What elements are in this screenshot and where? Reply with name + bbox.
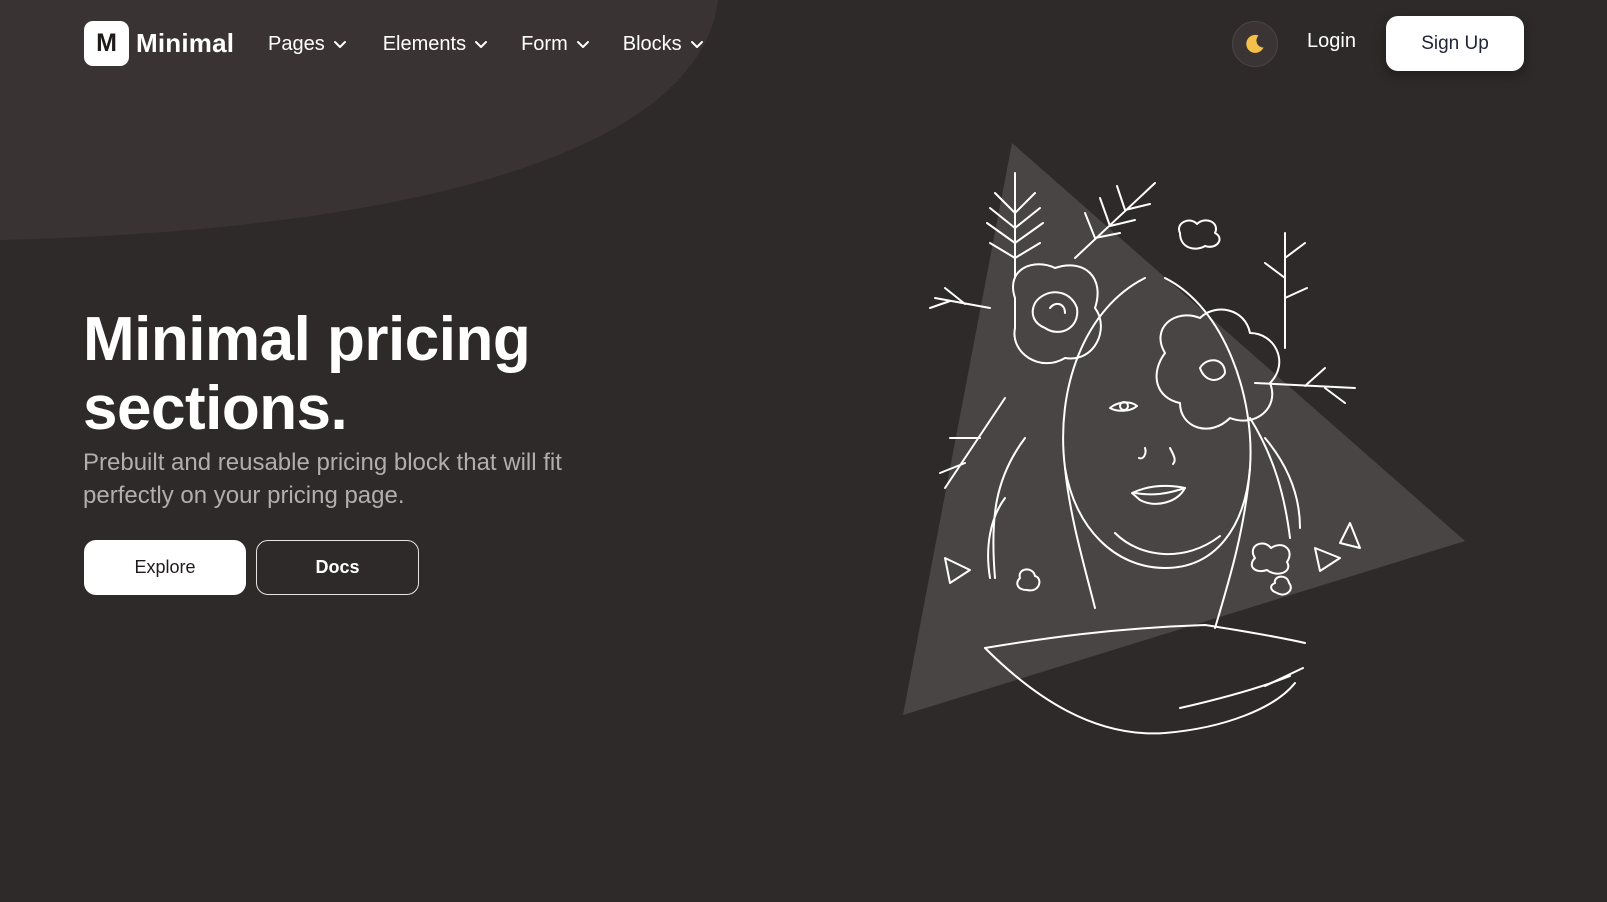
hero-title-line2: sections. xyxy=(83,374,348,443)
illustration-triangle xyxy=(903,143,1465,715)
chevron-down-icon xyxy=(333,41,346,48)
menu-item-elements[interactable]: Elements xyxy=(383,28,488,60)
login-link[interactable]: Login xyxy=(1307,30,1356,53)
theme-toggle-button[interactable] xyxy=(1232,21,1278,67)
menu-item-blocks[interactable]: Blocks xyxy=(623,28,704,60)
brand-name: Minimal xyxy=(136,28,235,58)
menu-item-label: Blocks xyxy=(622,32,682,55)
explore-button[interactable]: Explore xyxy=(84,540,246,595)
hero-subtitle: Prebuilt and reusable pricing block that… xyxy=(83,449,562,509)
chevron-down-icon xyxy=(690,41,703,48)
chevron-down-icon xyxy=(475,41,488,48)
menu-item-pages[interactable]: Pages xyxy=(268,28,347,60)
menu-item-label: Elements xyxy=(382,32,467,55)
docs-button[interactable]: Docs xyxy=(256,540,419,595)
moon-icon xyxy=(1246,34,1264,53)
main-menu: Pages Elements Form Blocks xyxy=(268,28,704,60)
hero-title: Minimal pricing sections. xyxy=(83,305,643,443)
menu-item-form[interactable]: Form xyxy=(521,28,590,60)
signup-button[interactable]: Sign Up xyxy=(1386,16,1524,71)
hero-title-line1: Minimal pricing xyxy=(83,305,531,374)
floral-woman-illustration xyxy=(903,143,1465,735)
menu-item-label: Pages xyxy=(268,32,325,55)
logo-mark: M xyxy=(84,21,129,66)
chevron-down-icon xyxy=(576,41,589,48)
menu-item-label: Form xyxy=(521,32,568,55)
brand-logo[interactable]: M Minimal xyxy=(84,21,234,66)
top-navbar: M Minimal Pages Elements Form Blocks Log… xyxy=(0,0,1607,88)
